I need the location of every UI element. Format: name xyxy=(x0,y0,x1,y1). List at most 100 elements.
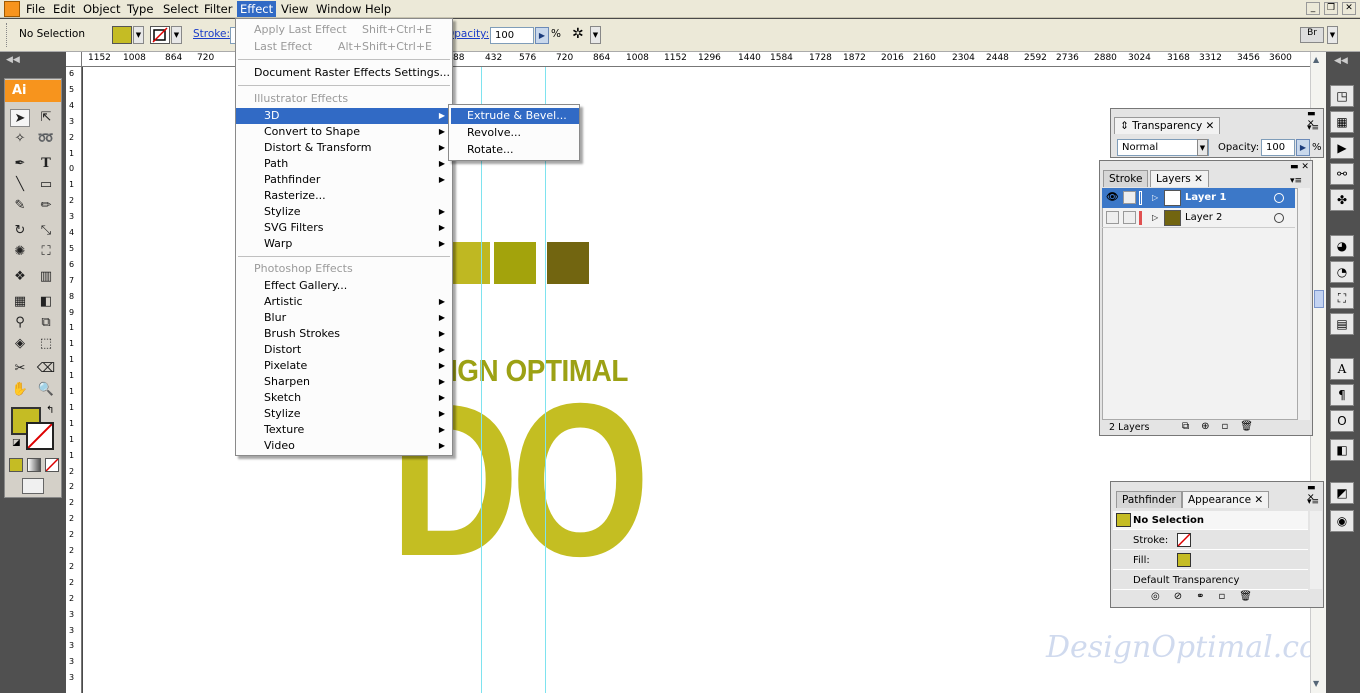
transparency-opacity-arrow-icon[interactable]: ▶ xyxy=(1296,139,1310,156)
blend-tool-icon[interactable]: ⧉ xyxy=(36,314,56,332)
collapse-toolbox-icon[interactable]: ◀◀ xyxy=(6,55,20,65)
ruler-origin[interactable] xyxy=(66,52,82,67)
symbols-icon[interactable]: ✤ xyxy=(1330,189,1354,211)
navigator-icon[interactable]: ◳ xyxy=(1330,85,1354,107)
zoom-tool-icon[interactable]: 🔍 xyxy=(36,381,56,399)
tab-layers[interactable]: Layers ✕ xyxy=(1150,170,1209,187)
artwork-square-3[interactable] xyxy=(547,242,589,284)
rotate-tool-icon[interactable]: ↻ xyxy=(10,222,30,240)
tab-appearance[interactable]: Appearance ✕ xyxy=(1182,491,1270,508)
recolor-dropdown[interactable]: ▼ xyxy=(590,26,601,44)
stroke-label[interactable]: Stroke: xyxy=(193,28,230,40)
menu-item-rasterize[interactable]: Rasterize... xyxy=(236,188,452,204)
panel-menu-icon[interactable]: ▾≡ xyxy=(1290,176,1302,186)
menu-item-pathfinder[interactable]: Pathfinder ▶ xyxy=(236,172,452,188)
color-mode-icon[interactable] xyxy=(9,458,23,472)
layer-row-2[interactable]: ▷ Layer 2 xyxy=(1102,208,1295,228)
eyedropper-tool-icon[interactable]: ⚲ xyxy=(10,314,30,332)
gradient-tool-icon[interactable]: ◧ xyxy=(36,293,56,311)
menu-item-svg-filters[interactable]: SVG Filters ▶ xyxy=(236,220,452,236)
color-icon[interactable]: ◕ xyxy=(1330,235,1354,257)
menu-item-raster-settings[interactable]: Document Raster Effects Settings... xyxy=(236,65,452,81)
pencil-tool-icon[interactable]: ✏ xyxy=(36,197,56,215)
tab-transparency[interactable]: ⇕ Transparency ✕ xyxy=(1114,117,1221,134)
menu-item-warp[interactable]: Warp ▶ xyxy=(236,236,452,252)
live-paint-bucket-icon[interactable]: ◈ xyxy=(10,335,30,353)
transparency-opacity-input[interactable]: 100 xyxy=(1261,139,1295,156)
menu-item-effect-gallery[interactable]: Effect Gallery... xyxy=(236,278,452,294)
app-icon[interactable] xyxy=(4,1,20,17)
lock-toggle[interactable] xyxy=(1123,211,1136,224)
target-circle-icon[interactable] xyxy=(1274,213,1284,223)
selection-tool-icon[interactable]: ➤ xyxy=(10,109,30,127)
menu-filter[interactable]: Filter xyxy=(201,1,235,17)
tab-close-icon[interactable]: ✕ xyxy=(1251,494,1263,506)
tab-close-icon[interactable]: ✕ xyxy=(1191,173,1203,185)
opacity-input[interactable]: 100 xyxy=(490,27,534,44)
menu-item-stylize-photoshop[interactable]: Stylize ▶ xyxy=(236,406,452,422)
slice-tool-icon[interactable]: ✂ xyxy=(10,360,30,378)
appearance-scrollbar[interactable] xyxy=(1310,511,1322,589)
character-icon[interactable]: A xyxy=(1330,358,1354,380)
pen-tool-icon[interactable]: ✒ xyxy=(10,155,30,173)
bridge-icon[interactable]: Br xyxy=(1300,27,1324,43)
opacity-arrow-icon[interactable]: ▶ xyxy=(535,27,549,44)
menu-item-artistic[interactable]: Artistic ▶ xyxy=(236,294,452,310)
menu-item-brush-strokes[interactable]: Brush Strokes ▶ xyxy=(236,326,452,342)
expand-triangle-icon[interactable]: ▷ xyxy=(1152,188,1158,208)
appearance-transparency-row[interactable]: Default Transparency xyxy=(1113,571,1308,590)
fill-swatch-small[interactable] xyxy=(1177,553,1191,567)
type-tool-icon[interactable]: T xyxy=(36,155,56,173)
menu-edit[interactable]: Edit xyxy=(50,1,78,17)
live-paint-selection-icon[interactable]: ⬚ xyxy=(36,335,56,353)
expand-triangle-icon[interactable]: ▷ xyxy=(1152,208,1158,228)
menu-item-sharpen[interactable]: Sharpen ▶ xyxy=(236,374,452,390)
restore-icon[interactable]: ❐ xyxy=(1324,2,1338,15)
color-guide-icon[interactable]: ◔ xyxy=(1330,261,1354,283)
menu-help[interactable]: Help xyxy=(362,1,394,17)
lock-toggle[interactable] xyxy=(1123,191,1136,204)
menu-object[interactable]: Object xyxy=(80,1,123,17)
layers-scrollbar[interactable] xyxy=(1298,188,1310,420)
scale-tool-icon[interactable]: ⤡ xyxy=(36,222,56,240)
menu-item-revolve[interactable]: Revolve... xyxy=(451,125,579,141)
menu-item-rotate[interactable]: Rotate... xyxy=(451,142,579,158)
menu-effect[interactable]: Effect xyxy=(237,1,277,17)
scroll-up-icon[interactable]: ▲ xyxy=(1313,55,1319,64)
panel-minimize-icon[interactable]: ▬ ✕ xyxy=(1290,162,1309,172)
warp-tool-icon[interactable]: ✺ xyxy=(10,243,30,261)
expand-dock-icon[interactable]: ◀◀ xyxy=(1334,56,1348,66)
artwork-square-1[interactable] xyxy=(448,242,490,284)
opentype-icon[interactable]: O xyxy=(1330,410,1354,432)
stroke-none-swatch[interactable] xyxy=(1177,533,1191,547)
actions-icon[interactable]: ▶ xyxy=(1330,137,1354,159)
gradient-panel-icon[interactable]: ◧ xyxy=(1330,439,1354,461)
artwork-square-2[interactable] xyxy=(494,242,536,284)
rectangle-tool-icon[interactable]: ▭ xyxy=(36,176,56,194)
magic-wand-tool-icon[interactable]: ✧ xyxy=(10,130,30,148)
symbol-sprayer-tool-icon[interactable]: ❖ xyxy=(10,268,30,286)
lasso-tool-icon[interactable]: ➿ xyxy=(36,130,56,148)
blend-mode-dropdown[interactable]: ▼ xyxy=(1197,139,1208,156)
direct-selection-tool-icon[interactable]: ⇱ xyxy=(36,109,56,127)
links-icon[interactable]: ⚯ xyxy=(1330,163,1354,185)
fill-dropdown[interactable]: ▼ xyxy=(133,26,144,44)
layer-name[interactable]: Layer 2 xyxy=(1185,208,1222,228)
graphic-styles-icon[interactable]: ◉ xyxy=(1330,510,1354,532)
bridge-dropdown[interactable]: ▼ xyxy=(1327,26,1338,44)
menu-window[interactable]: Window xyxy=(313,1,364,17)
scroll-thumb[interactable] xyxy=(1314,290,1324,308)
tab-pathfinder[interactable]: Pathfinder xyxy=(1116,491,1182,508)
paragraph-icon[interactable]: ¶ xyxy=(1330,384,1354,406)
layer-name[interactable]: Layer 1 xyxy=(1185,188,1226,208)
fill-swatch[interactable] xyxy=(112,26,132,44)
menu-item-extrude-bevel[interactable]: Extrude & Bevel... xyxy=(451,108,579,124)
menu-select[interactable]: Select xyxy=(160,1,201,17)
hand-tool-icon[interactable]: ✋ xyxy=(10,381,30,399)
menu-item-texture[interactable]: Texture ▶ xyxy=(236,422,452,438)
layers-footer-buttons[interactable]: ⧉⊕▫🗑 xyxy=(1182,421,1265,432)
align-icon[interactable]: ▤ xyxy=(1330,313,1354,335)
stroke-dropdown[interactable]: ▼ xyxy=(171,26,182,44)
appearance-footer-buttons[interactable]: ◎⊘⚭▫🗑 xyxy=(1151,591,1266,602)
menu-item-distort[interactable]: Distort ▶ xyxy=(236,342,452,358)
